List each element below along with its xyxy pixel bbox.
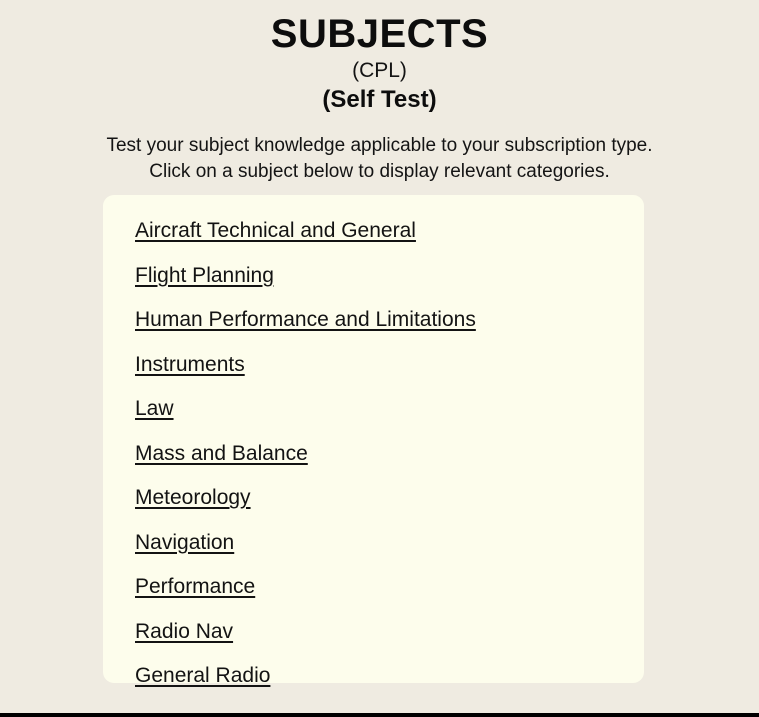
subject-link-radio-nav[interactable]: Radio Nav bbox=[135, 619, 233, 645]
subject-link-aircraft-technical-and-general[interactable]: Aircraft Technical and General bbox=[135, 218, 416, 244]
list-item[interactable]: Performance bbox=[103, 565, 644, 610]
test-mode-label: (Self Test) bbox=[322, 86, 437, 113]
subject-link-mass-and-balance[interactable]: Mass and Balance bbox=[135, 441, 308, 467]
list-item[interactable]: Navigation bbox=[103, 521, 644, 566]
list-item[interactable]: Flight Planning bbox=[103, 254, 644, 299]
list-item[interactable]: Human Performance and Limitations bbox=[103, 298, 644, 343]
subject-link-human-performance-and-limitations[interactable]: Human Performance and Limitations bbox=[135, 307, 476, 333]
intro-line-1: Test your subject knowledge applicable t… bbox=[106, 135, 653, 156]
subject-link-general-radio[interactable]: General Radio bbox=[135, 663, 270, 689]
list-item[interactable]: Aircraft Technical and General bbox=[103, 209, 644, 254]
subject-link-navigation[interactable]: Navigation bbox=[135, 530, 234, 556]
list-item[interactable]: General Radio bbox=[103, 654, 644, 699]
subject-link-performance[interactable]: Performance bbox=[135, 574, 255, 600]
subject-panel: Aircraft Technical and General Flight Pl… bbox=[103, 195, 644, 687]
subject-list: Aircraft Technical and General Flight Pl… bbox=[103, 209, 644, 699]
subject-link-flight-planning[interactable]: Flight Planning bbox=[135, 263, 274, 289]
bottom-divider bbox=[0, 713, 759, 717]
subject-link-instruments[interactable]: Instruments bbox=[135, 352, 245, 378]
intro-text: Test your subject knowledge applicable t… bbox=[0, 115, 759, 185]
list-item[interactable]: Meteorology bbox=[103, 476, 644, 521]
subjects-page: SUBJECTS (CPL) (Self Test) Test your sub… bbox=[0, 0, 759, 717]
subject-link-meteorology[interactable]: Meteorology bbox=[135, 485, 251, 511]
list-item[interactable]: Mass and Balance bbox=[103, 432, 644, 477]
list-item[interactable]: Law bbox=[103, 387, 644, 432]
qualification-label: (CPL) bbox=[352, 59, 407, 82]
page-title: SUBJECTS bbox=[270, 12, 489, 56]
subject-link-law[interactable]: Law bbox=[135, 396, 174, 422]
list-item[interactable]: Instruments bbox=[103, 343, 644, 388]
intro-line-2: Click on a subject below to display rele… bbox=[149, 161, 610, 182]
page-header: SUBJECTS (CPL) (Self Test) bbox=[0, 0, 759, 115]
list-item[interactable]: Radio Nav bbox=[103, 610, 644, 655]
